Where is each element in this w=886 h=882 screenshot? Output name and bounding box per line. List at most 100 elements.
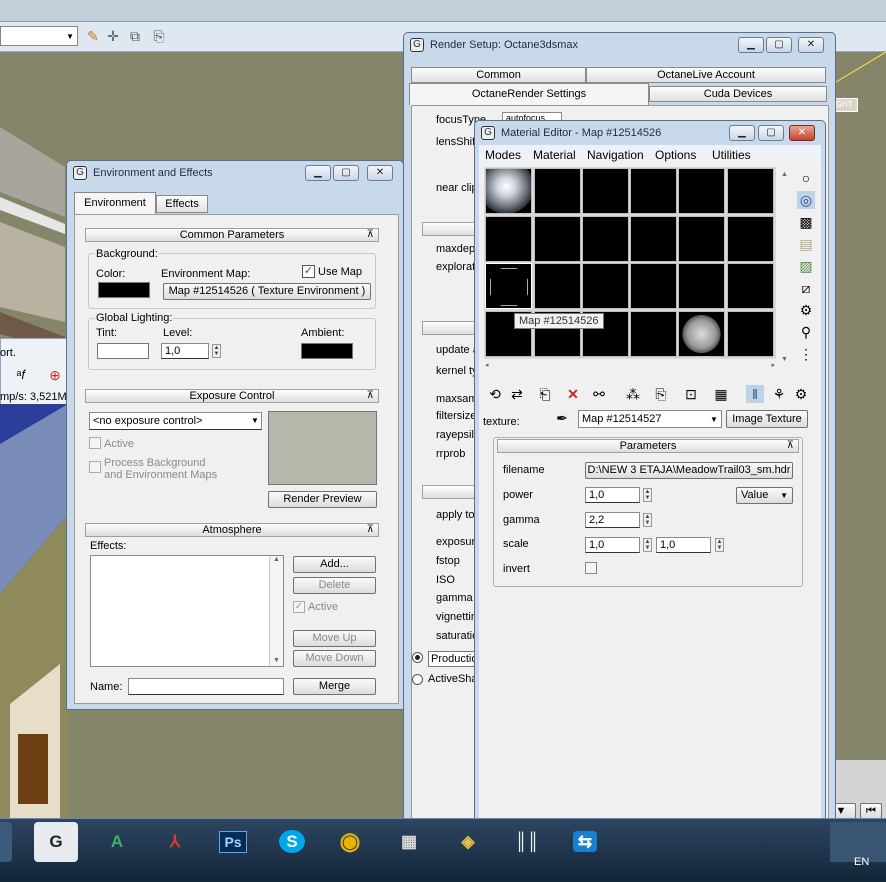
- activeshade-radio[interactable]: [412, 674, 423, 685]
- sample-slot-checker-map[interactable]: [678, 311, 725, 357]
- sample-slot[interactable]: [678, 216, 725, 262]
- sample-slot[interactable]: [582, 216, 629, 262]
- maximize-button[interactable]: ▢: [766, 37, 792, 53]
- filename-button[interactable]: D:\NEW 3 ETAJA\MeadowTrail03_sm.hdr: [585, 462, 793, 479]
- use-map-checkbox[interactable]: ✓: [302, 265, 315, 278]
- active-checkbox[interactable]: [89, 437, 101, 449]
- tab-cuda-devices[interactable]: Cuda Devices: [649, 86, 827, 102]
- menu-utilities[interactable]: Utilities: [712, 145, 751, 165]
- taskbar-library-icon[interactable]: ║║: [505, 822, 549, 862]
- menu-options[interactable]: Options: [655, 145, 696, 165]
- sample-slot-sphere-hdr[interactable]: [485, 168, 532, 214]
- preview-icon[interactable]: ⧄: [797, 279, 815, 297]
- go-to-parent-icon[interactable]: ⚘: [770, 385, 788, 403]
- tab-octanerender-settings[interactable]: OctaneRender Settings: [409, 83, 649, 105]
- close-button[interactable]: ✕: [798, 37, 824, 53]
- exposure-control-dropdown[interactable]: <no exposure control>: [89, 412, 262, 430]
- minimize-button[interactable]: ▁: [729, 125, 755, 141]
- tab-common[interactable]: Common: [411, 67, 586, 83]
- sample-slot[interactable]: [678, 263, 725, 309]
- get-material-icon[interactable]: ⟲: [486, 385, 504, 403]
- uv-tiling-icon[interactable]: ▤: [797, 235, 815, 253]
- power-mode-dropdown[interactable]: Value ▼: [736, 487, 793, 504]
- assign-material-icon[interactable]: ⎗: [536, 385, 554, 403]
- sample-slot[interactable]: [727, 263, 774, 309]
- scale-y-field[interactable]: 1,0: [656, 537, 711, 553]
- tab-octanelive-account[interactable]: OctaneLive Account: [586, 67, 826, 83]
- sample-slot[interactable]: [678, 168, 725, 214]
- taskbar-chrome-icon[interactable]: ◉: [328, 822, 372, 862]
- show-end-result-icon[interactable]: ‖: [746, 385, 764, 403]
- common-parameters-header[interactable]: Common Parameters ⊼: [85, 228, 379, 242]
- reset-map-icon[interactable]: ✕: [564, 385, 582, 403]
- menu-material[interactable]: Material: [533, 145, 576, 165]
- slots-hscroll[interactable]: ◂ ▸: [484, 361, 776, 370]
- material-id-icon[interactable]: ⊡: [682, 385, 700, 403]
- language-indicator[interactable]: EN: [854, 856, 869, 868]
- sample-slot[interactable]: [534, 168, 581, 214]
- taskbar-skype-icon[interactable]: S: [270, 822, 314, 862]
- sample-slot[interactable]: [727, 216, 774, 262]
- background-color-swatch[interactable]: [98, 282, 150, 298]
- power-spinner[interactable]: ▲ ▼: [643, 488, 652, 502]
- eyedropper-icon[interactable]: ✒: [553, 409, 571, 427]
- make-unique-icon[interactable]: ⁂: [624, 385, 642, 403]
- close-button[interactable]: ✕: [789, 125, 815, 141]
- minimize-button[interactable]: ▁: [305, 165, 331, 181]
- scale-x-spinner[interactable]: ▲ ▼: [643, 538, 652, 552]
- sample-slot[interactable]: [582, 168, 629, 214]
- render-setup-titlebar[interactable]: G Render Setup: Octane3dsmax ▁ ▢ ✕: [404, 33, 835, 57]
- put-to-library-icon[interactable]: ⎘: [652, 385, 670, 403]
- move-icon[interactable]: ✛: [104, 27, 122, 45]
- gamma-spinner[interactable]: ▲ ▼: [643, 513, 652, 527]
- target-icon[interactable]: ⊕: [46, 366, 64, 384]
- sample-slot[interactable]: [630, 216, 677, 262]
- video-color-icon[interactable]: ▨: [797, 257, 815, 275]
- script-icon[interactable]: ᵃ𝑓: [12, 366, 30, 384]
- slots-vscroll[interactable]: ▲ ▼: [781, 167, 791, 363]
- select-filter-icon[interactable]: ⧉: [126, 27, 144, 45]
- background-icon[interactable]: ▩: [797, 213, 815, 231]
- production-radio[interactable]: [412, 652, 423, 663]
- taskbar-acrobat-icon[interactable]: ⅄: [153, 822, 197, 862]
- taskbar-calculator-icon[interactable]: ▦: [387, 822, 431, 862]
- gamma-field[interactable]: 2,2: [585, 512, 640, 528]
- effect-active-checkbox[interactable]: ✓: [293, 601, 305, 613]
- go-forward-sibling-icon[interactable]: ⚙: [792, 385, 810, 403]
- merge-button[interactable]: Merge: [293, 678, 376, 695]
- sample-slot[interactable]: [582, 263, 629, 309]
- invert-checkbox[interactable]: [585, 562, 597, 574]
- minimize-button[interactable]: ▁: [738, 37, 764, 53]
- sample-slot[interactable]: [534, 216, 581, 262]
- effects-list[interactable]: ▲ ▼: [90, 555, 284, 667]
- menu-navigation[interactable]: Navigation: [587, 145, 644, 165]
- options-icon[interactable]: ⚙: [797, 301, 815, 319]
- scale-x-field[interactable]: 1,0: [585, 537, 640, 553]
- sample-slot[interactable]: [630, 311, 677, 357]
- taskbar-start-edge[interactable]: [0, 822, 12, 862]
- show-map-icon[interactable]: ▦: [712, 385, 730, 403]
- material-editor-titlebar[interactable]: G Material Editor - Map #12514526 ▁ ▢ ✕: [475, 121, 825, 145]
- add-effect-button[interactable]: Add...: [293, 556, 376, 573]
- taskbar-teamviewer-icon[interactable]: ⇆: [563, 822, 607, 862]
- activeshade-label[interactable]: ActiveSha: [428, 673, 478, 685]
- sample-slot[interactable]: [727, 168, 774, 214]
- menu-modes[interactable]: Modes: [485, 145, 521, 165]
- ambient-color-swatch[interactable]: [301, 343, 353, 359]
- material-navigator-icon[interactable]: ⋮: [797, 345, 815, 363]
- move-up-button[interactable]: Move Up: [293, 630, 376, 647]
- maximize-button[interactable]: ▢: [758, 125, 784, 141]
- render-preview-button[interactable]: Render Preview: [268, 491, 377, 508]
- level-spinner[interactable]: ▲ ▼: [212, 344, 221, 358]
- production-label[interactable]: Productio: [428, 651, 481, 667]
- taskbar-photoshop-icon[interactable]: Ps: [211, 822, 255, 862]
- level-field[interactable]: 1,0: [161, 343, 209, 359]
- copy-material-icon[interactable]: ⚯: [590, 385, 608, 403]
- select-by-material-icon[interactable]: ⚲: [797, 323, 815, 341]
- tab-environment[interactable]: Environment: [74, 192, 156, 214]
- scale-y-spinner[interactable]: ▲ ▼: [715, 538, 724, 552]
- sample-slot[interactable]: [485, 216, 532, 262]
- power-field[interactable]: 1,0: [585, 487, 640, 503]
- effect-name-field[interactable]: [128, 678, 284, 695]
- environment-map-button[interactable]: Map #12514526 ( Texture Environment ): [163, 283, 371, 300]
